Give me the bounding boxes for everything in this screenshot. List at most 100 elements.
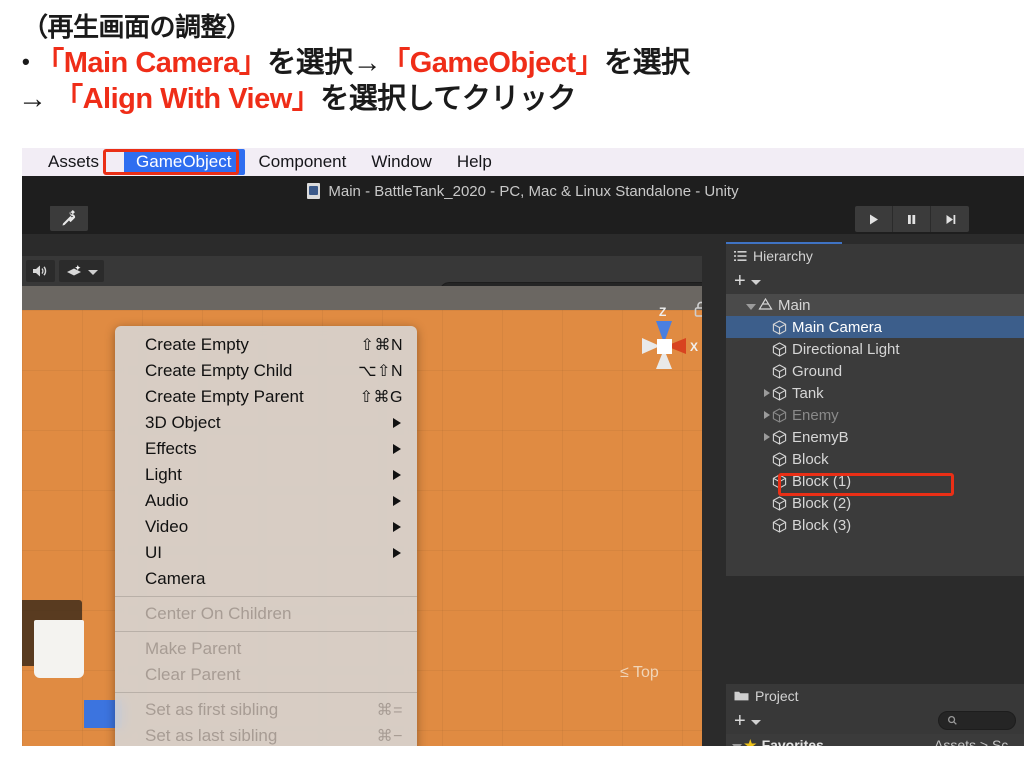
- hierarchy-item[interactable]: EnemyB: [726, 426, 1024, 448]
- unity-title-bar: Main - BattleTank_2020 - PC, Mac & Linux…: [22, 176, 1024, 206]
- hierarchy-item[interactable]: Directional Light: [726, 338, 1024, 360]
- search-icon: [948, 716, 957, 725]
- menu-item-label: Camera: [145, 569, 206, 588]
- hierarchy-item-label: Block (1): [792, 472, 852, 490]
- scene-fx-dropdown-icon[interactable]: [88, 270, 98, 275]
- menu-item-center-on-children: Center On Children: [115, 601, 417, 627]
- menu-item-label: 3D Object: [145, 413, 221, 432]
- hierarchy-item[interactable]: Block (2): [726, 492, 1024, 514]
- menu-separator: [115, 692, 417, 693]
- slide-line-2-black-b: を選択: [604, 46, 690, 79]
- menu-item-label: Set as first sibling: [145, 700, 279, 719]
- project-add-dropdown-icon[interactable]: [750, 720, 761, 725]
- chevron-right-icon[interactable]: [764, 433, 770, 441]
- menu-item-label: Clear Parent: [145, 665, 241, 684]
- scene-view-axis-gizmo[interactable]: Z X: [626, 303, 702, 387]
- hierarchy-item-label: Ground: [792, 362, 843, 380]
- hierarchy-item-label: Main: [778, 296, 811, 314]
- slide-line-3-red: 「Align With View」: [54, 83, 321, 116]
- bullet-marker: •: [22, 48, 30, 74]
- hierarchy-item[interactable]: Main Camera: [726, 316, 1024, 338]
- slide-line-2-red-a: 「Main Camera」: [35, 46, 268, 79]
- hierarchy-item[interactable]: Ground: [726, 360, 1024, 382]
- menu-item-effects[interactable]: Effects: [115, 436, 417, 462]
- pause-icon: [908, 214, 916, 224]
- step-button[interactable]: [931, 206, 969, 232]
- menu-item-camera[interactable]: Camera: [115, 566, 417, 592]
- project-asset-grid[interactable]: Assets > Sc #Chase#Chase#Destro: [926, 734, 1024, 746]
- breadcrumb[interactable]: Assets > Sc: [926, 734, 1024, 746]
- pause-button[interactable]: [893, 206, 931, 232]
- chevron-right-icon[interactable]: [764, 411, 770, 419]
- hierarchy-item-label: Main Camera: [792, 318, 883, 336]
- menu-item-label: Audio: [145, 491, 189, 510]
- menu-item-3d-object[interactable]: 3D Object: [115, 410, 417, 436]
- mac-menu-bar: Assets GameObject Component Window Help: [22, 148, 1024, 176]
- prefab-cube-icon: [772, 407, 787, 423]
- hierarchy-add-button[interactable]: +: [734, 271, 746, 291]
- menu-item-label: Create Empty Child: [145, 361, 293, 380]
- gizmo-lock-icon[interactable]: [694, 301, 702, 317]
- menu-item-make-parent: Make Parent: [115, 636, 417, 662]
- submenu-arrow-icon: [393, 444, 401, 454]
- menu-item-label: UI: [145, 543, 162, 562]
- menu-item-shortcut: ⌘=: [376, 702, 403, 719]
- project-favorites-tree[interactable]: ★FavoritesAll MaterialsAll PrefabsAll Sc…: [726, 734, 926, 746]
- chevron-down-icon[interactable]: [732, 743, 742, 746]
- menu-item-create-empty-parent[interactable]: Create Empty Parent ⇧⌘G: [115, 384, 417, 410]
- hierarchy-item-label: Block (3): [792, 516, 852, 534]
- hierarchy-item[interactable]: Block: [726, 448, 1024, 470]
- hierarchy-item[interactable]: Block (3): [726, 514, 1024, 536]
- project-add-button[interactable]: +: [734, 711, 746, 731]
- hierarchy-item[interactable]: Block (1): [726, 470, 1024, 492]
- hierarchy-item-label: Block: [792, 450, 829, 468]
- hierarchy-tree[interactable]: Main Main Camera Directional Light Ground Ta…: [726, 294, 1024, 576]
- menu-item-create-empty[interactable]: Create Empty ⇧⌘N: [115, 332, 417, 358]
- play-icon: [870, 214, 878, 224]
- menu-item-label: Effects: [145, 439, 197, 458]
- menu-item-shortcut: ⇧⌘G: [359, 389, 403, 406]
- prefab-cube-icon: [772, 429, 787, 445]
- prefab-cube-icon: [772, 385, 787, 401]
- menu-separator: [115, 596, 417, 597]
- svg-text:X: X: [690, 340, 698, 354]
- chevron-down-icon[interactable]: [746, 303, 756, 310]
- scene-fx-button[interactable]: [59, 260, 104, 282]
- tab-project[interactable]: Project: [726, 684, 813, 708]
- menu-item-light[interactable]: Light: [115, 462, 417, 488]
- slide-line-3: → 「Align With View」を選択してクリック: [18, 83, 1024, 116]
- menu-item-ui[interactable]: UI: [115, 540, 417, 566]
- menubar-item-assets[interactable]: Assets: [36, 149, 111, 175]
- right-dock-column: Hierarchy + Main Main Camera Directional L…: [702, 234, 1024, 746]
- project-search-input[interactable]: [938, 711, 1016, 730]
- menu-item-shortcut: ⌘−: [376, 728, 403, 745]
- menubar-item-component[interactable]: Component: [246, 149, 358, 175]
- wrench-and-pencil-icon: [62, 209, 76, 226]
- menubar-item-help[interactable]: Help: [445, 149, 504, 175]
- hierarchy-item[interactable]: Main: [726, 294, 1024, 316]
- menu-item-label: Make Parent: [145, 639, 242, 658]
- play-button[interactable]: [855, 206, 893, 232]
- menubar-item-window[interactable]: Window: [359, 149, 443, 175]
- chevron-right-icon[interactable]: [764, 389, 770, 397]
- hierarchy-item[interactable]: Enemy: [726, 404, 1024, 426]
- tools-button[interactable]: [50, 205, 88, 231]
- menubar-item-gameobject[interactable]: GameObject: [124, 149, 246, 175]
- menu-item-create-empty-child[interactable]: Create Empty Child ⌥⇧N: [115, 358, 417, 384]
- unity-scene-icon: [758, 298, 773, 312]
- project-favorites-header[interactable]: ★ Favorites: [726, 734, 926, 746]
- tab-hierarchy[interactable]: Hierarchy: [726, 244, 827, 268]
- hierarchy-item[interactable]: Tank: [726, 382, 1024, 404]
- gameobject-dropdown-menu[interactable]: Create Empty ⇧⌘N Create Empty Child ⌥⇧N Crea…: [115, 326, 417, 746]
- menu-item-audio[interactable]: Audio: [115, 488, 417, 514]
- menu-item-video[interactable]: Video: [115, 514, 417, 540]
- step-icon: [946, 214, 955, 224]
- layers-fx-icon: [67, 264, 81, 275]
- hierarchy-add-dropdown-icon[interactable]: [750, 280, 761, 285]
- audio-toggle-button[interactable]: [26, 260, 55, 282]
- slide-line-3-black: を選択してクリック: [320, 83, 576, 116]
- slide-line-1: （再生画面の調整）: [22, 12, 252, 42]
- submenu-arrow-icon: [393, 522, 401, 532]
- hierarchy-item-label: Block (2): [792, 494, 852, 512]
- menu-item-label: Create Empty: [145, 335, 249, 354]
